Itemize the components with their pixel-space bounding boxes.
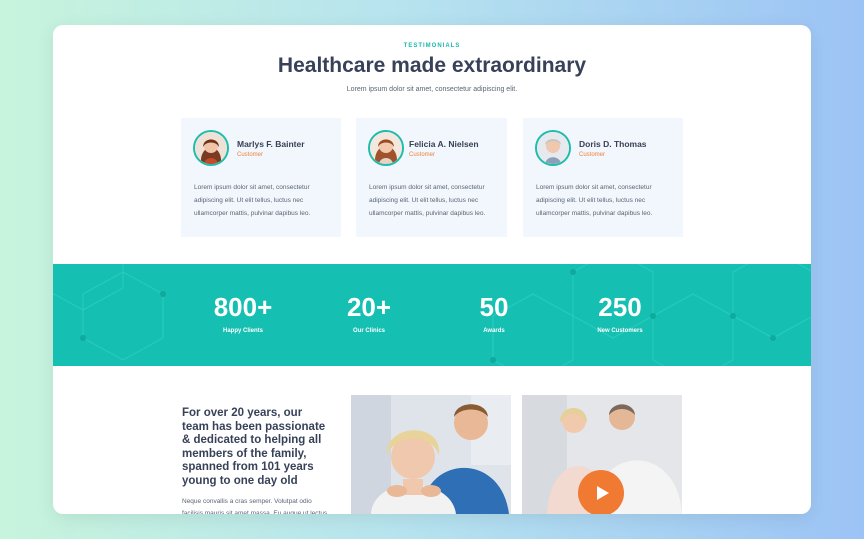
testimonial-role: Customer: [237, 152, 264, 158]
stat-label: Awards: [483, 328, 505, 334]
about-body: Neque convallis a cras semper. Volutpat …: [182, 498, 328, 514]
section-title: Healthcare made extraordinary: [277, 54, 587, 77]
testimonial-card: Felicia A. Nielsen Customer Lorem ipsum …: [356, 118, 507, 237]
page-frame: TESTIMONIALS Healthcare made extraordina…: [53, 25, 811, 514]
testimonial-role: Customer: [409, 152, 436, 158]
testimonial-text: Lorem ipsum dolor sit amet, consectetur …: [369, 184, 486, 217]
stat-item: 800+ Happy Clients: [203, 293, 283, 334]
testimonial-role: Customer: [579, 152, 606, 158]
stat-label: Happy Clients: [222, 328, 263, 334]
testimonial-text: Lorem ipsum dolor sit amet, consectetur …: [194, 184, 311, 217]
stat-label: New Customers: [597, 328, 643, 334]
stat-item: 250 New Customers: [580, 293, 660, 334]
play-button[interactable]: [578, 470, 624, 514]
section-eyebrow: TESTIMONIALS: [403, 43, 461, 49]
testimonial-card: Marlys F. Bainter Customer Lorem ipsum d…: [181, 118, 341, 237]
section-subtitle: Lorem ipsum dolor sit amet, consectetur …: [346, 86, 518, 93]
doctor-treatment-photo: [351, 395, 511, 514]
testimonial-text: Lorem ipsum dolor sit amet, consectetur …: [536, 184, 653, 217]
avatar: [535, 130, 571, 166]
stat-value: 250: [598, 292, 642, 322]
testimonial-card: Doris D. Thomas Customer Lorem ipsum dol…: [523, 118, 683, 237]
testimonial-name: Felicia A. Nielsen: [409, 139, 479, 149]
stat-label: Our Clinics: [352, 328, 385, 334]
testimonial-cards: Marlys F. Bainter Customer Lorem ipsum d…: [181, 118, 683, 238]
about-heading: For over 20 years, our team has been pas…: [182, 407, 326, 487]
stats-band: 800+ Happy Clients 20+ Our Clinics 50 Aw…: [53, 264, 811, 366]
testimonial-name: Marlys F. Bainter: [237, 139, 305, 149]
stat-item: 20+ Our Clinics: [329, 293, 409, 334]
hexagon-pattern: [53, 264, 811, 366]
stat-item: 50 Awards: [454, 293, 534, 334]
stat-value: 20+: [346, 292, 392, 322]
play-icon: [597, 486, 609, 500]
avatar: [368, 130, 404, 166]
stat-value: 800+: [213, 292, 273, 322]
testimonial-name: Doris D. Thomas: [579, 139, 647, 149]
video-thumbnail[interactable]: [522, 395, 682, 514]
stat-value: 50: [479, 292, 509, 322]
avatar: [193, 130, 229, 166]
